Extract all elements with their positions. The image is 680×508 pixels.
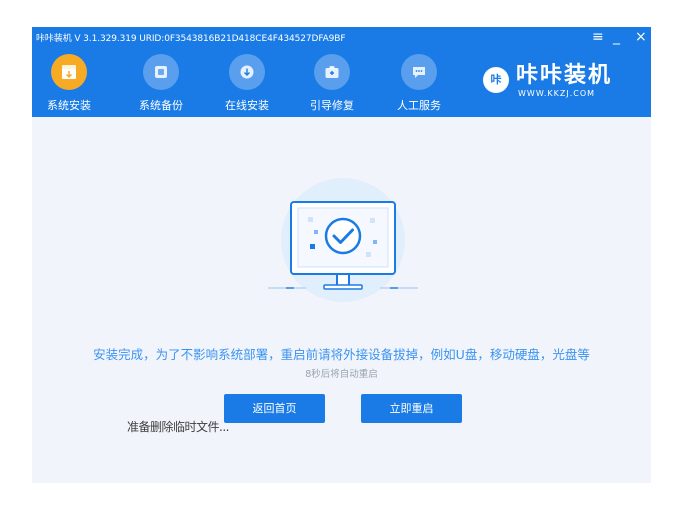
brand-logo: 咔 xyxy=(483,67,509,93)
restart-countdown: 8秒后将自动重启 xyxy=(305,369,378,380)
menu-icon[interactable]: ≡ xyxy=(592,28,604,46)
system-backup-icon xyxy=(155,66,167,78)
nav-label: 引导修复 xyxy=(310,99,354,112)
nav-label: 人工服务 xyxy=(397,99,441,112)
nav-label: 在线安装 xyxy=(225,99,269,112)
header-bar: 咔咔装机 V 3.1.329.319 URID:0F3543816B21D418… xyxy=(32,27,651,117)
app-window: 咔咔装机 V 3.1.329.319 URID:0F3543816B21D418… xyxy=(32,27,651,483)
install-complete-message: 安装完成，为了不影响系统部署，重启前请将外接设备拔掉，例如U盘，移动硬盘，光盘等 xyxy=(93,347,590,362)
minimize-button[interactable]: _ xyxy=(613,28,620,46)
system-install-icon xyxy=(62,65,76,79)
boot-repair-icon xyxy=(325,66,339,78)
nav-label: 系统备份 xyxy=(139,99,183,112)
restart-now-button[interactable]: 立即重启 xyxy=(361,394,462,423)
nav-item-system-backup[interactable]: 系统备份 xyxy=(129,49,193,115)
status-overlay-text: 准备删除临时文件... xyxy=(127,420,229,434)
back-home-button[interactable]: 返回首页 xyxy=(224,394,325,423)
brand-name: 咔咔装机 xyxy=(516,63,613,88)
brand-url: WWW.KKZJ.COM xyxy=(518,89,596,98)
nav-item-boot-repair[interactable]: 引导修复 xyxy=(300,49,364,115)
nav-item-chat-service[interactable]: 人工服务 xyxy=(387,49,451,115)
nav-item-system-install[interactable]: 系统安装 xyxy=(37,49,101,115)
online-install-icon xyxy=(240,65,254,79)
nav-label: 系统安装 xyxy=(47,99,91,112)
window-title: 咔咔装机 V 3.1.329.319 URID:0F3543816B21D418… xyxy=(36,34,346,44)
close-button[interactable]: × xyxy=(635,28,647,46)
install-complete-illustration xyxy=(268,178,418,302)
nav-item-online-install[interactable]: 在线安装 xyxy=(215,49,279,115)
chat-service-icon xyxy=(413,67,425,78)
